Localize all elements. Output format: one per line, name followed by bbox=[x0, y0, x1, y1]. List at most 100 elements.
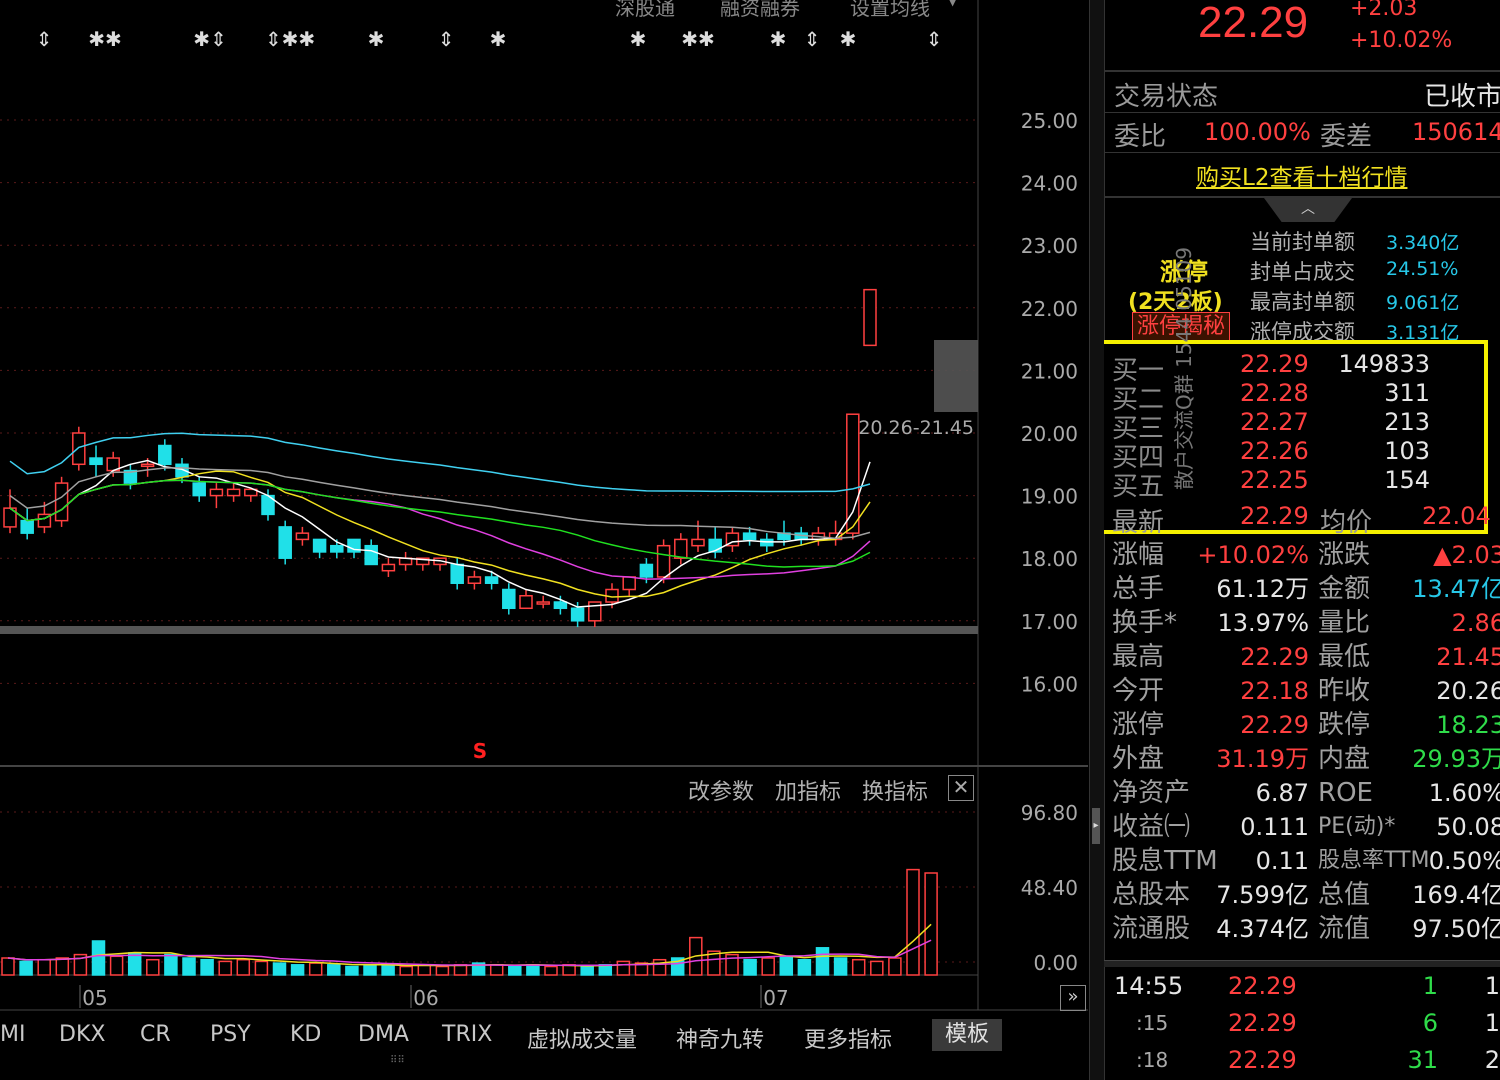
tick-row: 14:55 22.29 1 1 bbox=[1104, 968, 1500, 1004]
tab-magic-nine[interactable]: 神奇九转 bbox=[676, 1022, 764, 1054]
volume-bar bbox=[218, 960, 232, 976]
trade-status: 已收市 bbox=[1424, 82, 1500, 112]
tick-list[interactable]: 14:55 22.29 1 1:15 22.29 6 1:18 22.29 31 2 bbox=[1104, 968, 1500, 1080]
limit-turnover-label: 涨停成交额 bbox=[1250, 320, 1355, 340]
volume-bar bbox=[797, 958, 812, 976]
volume-bar bbox=[779, 955, 794, 976]
volume-bar bbox=[200, 958, 214, 976]
tab-dkx[interactable]: DKX bbox=[59, 1022, 105, 1047]
price-chart[interactable]: 25.00 24.00 23.00 22.00 21.00 20.00 19.00 18.00… bbox=[0, 0, 1090, 1080]
event-mark: ✱ bbox=[490, 27, 507, 51]
panel-divider[interactable]: ▸ bbox=[1089, 0, 1105, 1080]
triangle-down-icon[interactable]: ▼ bbox=[948, 0, 957, 8]
event-mark: ✱ bbox=[770, 27, 787, 51]
price-axis-label: 16.00 bbox=[1021, 672, 1078, 696]
stat-value: 21.45 bbox=[1436, 643, 1500, 671]
bid-ask-ratio: 100.00% bbox=[1204, 118, 1311, 146]
volume-bar bbox=[399, 965, 413, 976]
candle-body bbox=[502, 588, 516, 610]
event-mark: ⇕ bbox=[926, 27, 943, 51]
avg-price: 22.04 bbox=[1422, 502, 1491, 530]
tab-mi[interactable]: MI bbox=[0, 1022, 25, 1047]
stat-value: 20.26 bbox=[1436, 677, 1500, 705]
tab-psy[interactable]: PSY bbox=[210, 1022, 251, 1047]
candle-body bbox=[226, 488, 241, 497]
margin-trading-button[interactable]: 融资融券 bbox=[720, 0, 800, 21]
stat-label: 今开 bbox=[1112, 676, 1165, 706]
volume-bar bbox=[815, 947, 830, 976]
volume-bar bbox=[924, 872, 938, 976]
limit-turnover: 3.131亿 bbox=[1386, 322, 1460, 340]
stat-value: 61.12万 bbox=[1216, 575, 1309, 603]
buy-l2-link[interactable]: 购买L2查看十档行情 bbox=[1196, 158, 1407, 192]
stat-row: 总股本 7.599亿 总值 169.4亿 bbox=[1104, 878, 1500, 912]
volume-axis-label: 0.00 bbox=[1033, 951, 1078, 975]
quote-panel: 22.29 +2.03 +10.02% 交易状态 已收市 委比 100.00% … bbox=[1104, 0, 1500, 1080]
seal-amount-label: 当前封单额 bbox=[1250, 230, 1355, 254]
stat-label: 净资产 bbox=[1112, 778, 1191, 808]
trade-status-label: 交易状态 bbox=[1114, 82, 1219, 112]
bid-row: 买二 22.28 311 bbox=[1104, 379, 1496, 415]
stat-label: 内盘 bbox=[1318, 744, 1371, 774]
tab-cr[interactable]: CR bbox=[140, 1022, 171, 1047]
volume-bar bbox=[109, 955, 124, 976]
range-block bbox=[934, 340, 978, 412]
bid-price: 22.27 bbox=[1240, 408, 1309, 436]
switch-indicator-button[interactable]: 换指标 bbox=[862, 774, 928, 806]
stat-value: 0.50% bbox=[1428, 847, 1500, 875]
bid-volume: 154 bbox=[1384, 466, 1430, 494]
volume-bar bbox=[435, 965, 450, 976]
event-mark: ⇕ bbox=[36, 27, 53, 51]
tick-price: 22.29 bbox=[1228, 972, 1297, 1000]
double-chevron-right-icon[interactable]: » bbox=[1060, 985, 1086, 1011]
collapse-handle-icon[interactable]: ▸ bbox=[1092, 808, 1100, 844]
stat-value: 6.87 bbox=[1255, 779, 1309, 807]
ma-settings-button[interactable]: 设置均线 bbox=[850, 0, 930, 21]
bid-price: 22.28 bbox=[1240, 379, 1309, 407]
tab-virtual-volume[interactable]: 虚拟成交量 bbox=[527, 1022, 637, 1054]
stat-row: 今开 22.18 昨收 20.26 bbox=[1104, 674, 1500, 708]
close-icon[interactable]: ✕ bbox=[948, 775, 974, 801]
stat-label: 最低 bbox=[1318, 642, 1371, 672]
hk-connect-button[interactable]: 深股通 bbox=[615, 0, 675, 21]
price-axis-label: 24.00 bbox=[1021, 172, 1078, 196]
resize-grip-icon[interactable]: ⠿⠿ bbox=[390, 1056, 414, 1066]
candle-body bbox=[656, 544, 671, 578]
stat-label: 收益㈠ bbox=[1112, 812, 1191, 842]
bid-price: 22.26 bbox=[1240, 437, 1309, 465]
tab-dma[interactable]: DMA bbox=[358, 1022, 409, 1047]
add-indicator-button[interactable]: 加指标 bbox=[775, 774, 841, 806]
volume-bar bbox=[363, 964, 377, 976]
volume-bar bbox=[598, 964, 613, 976]
candle-body bbox=[467, 576, 482, 584]
tab-kd[interactable]: KD bbox=[290, 1022, 321, 1047]
candle-body bbox=[89, 457, 103, 466]
change-params-button[interactable]: 改参数 bbox=[688, 774, 754, 806]
candle-body bbox=[846, 413, 860, 534]
tab-template[interactable]: 模板 bbox=[932, 1019, 1002, 1051]
event-mark: ✱ bbox=[840, 27, 857, 51]
stat-label: ROE bbox=[1318, 778, 1373, 808]
seal-amount: 3.340亿 bbox=[1386, 232, 1460, 254]
tab-more-indicators[interactable]: 更多指标 bbox=[804, 1022, 892, 1054]
collapse-up-icon[interactable]: ︿ bbox=[1264, 198, 1352, 222]
bid-volume: 311 bbox=[1384, 379, 1430, 407]
tab-trix[interactable]: TRIX bbox=[442, 1022, 492, 1047]
seal-ratio: 24.51% bbox=[1386, 258, 1459, 280]
event-mark: ✱✱ bbox=[88, 27, 122, 51]
volume-bar bbox=[1, 957, 15, 976]
tick-price: 22.29 bbox=[1228, 1009, 1297, 1037]
candle-body bbox=[570, 607, 585, 622]
candle-body bbox=[450, 563, 464, 584]
price-axis-label: 23.00 bbox=[1021, 234, 1078, 258]
avg-label: 均价 bbox=[1320, 508, 1373, 538]
stat-value: 0.11 bbox=[1255, 847, 1309, 875]
tick-count: 1 bbox=[1484, 972, 1500, 1000]
stat-label: PE(动)* bbox=[1318, 814, 1396, 839]
candle-body bbox=[140, 463, 155, 468]
volume-bar bbox=[236, 958, 251, 976]
stats-table: 涨幅 +10.02% 涨跌 ▲2.03 总手 61.12万 金额 13.47亿 换手* 13.97… bbox=[1104, 538, 1500, 948]
stat-value: 2.86 bbox=[1451, 609, 1500, 637]
price-axis-label: 19.00 bbox=[1021, 485, 1078, 509]
volume-bar bbox=[272, 962, 287, 976]
